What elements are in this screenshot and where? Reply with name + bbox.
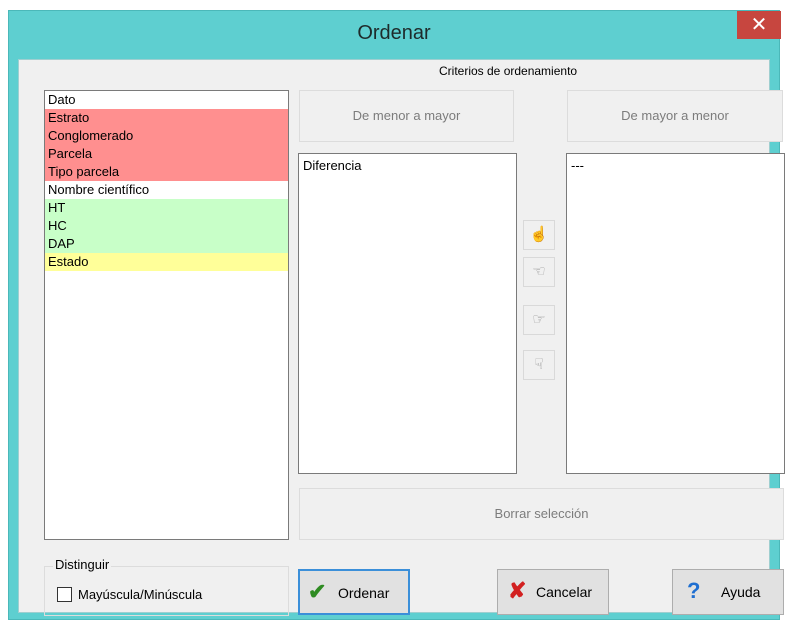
distinguish-group: Distinguir Mayúscula/Minúscula — [44, 557, 289, 616]
field-item[interactable]: HC — [45, 217, 288, 235]
descending-button[interactable]: De mayor a menor — [567, 90, 783, 142]
cancel-button-label: Cancelar — [536, 584, 593, 600]
field-item[interactable]: Tipo parcela — [45, 163, 288, 181]
field-item[interactable]: Conglomerado — [45, 127, 288, 145]
cross-icon: ✘ — [508, 578, 527, 603]
sort-button-label: Ordenar — [338, 585, 390, 601]
hand-right-icon: ☞ — [532, 311, 546, 328]
window-title: Ordenar — [357, 22, 431, 44]
move-down-button[interactable]: ☟ — [523, 350, 555, 380]
field-item[interactable]: Estado — [45, 253, 288, 271]
title-bar[interactable]: Ordenar ✕ — [9, 11, 781, 57]
clear-selection-button[interactable]: Borrar selección — [299, 488, 784, 540]
list-item[interactable]: Diferencia — [299, 154, 516, 177]
fields-listbox[interactable]: Dato Estrato Conglomerado Parcela Tipo parce… — [44, 90, 289, 540]
descending-listbox[interactable]: --- — [566, 153, 785, 474]
help-button[interactable]: ? Ayuda — [672, 569, 784, 615]
criteria-label: Criterios de ordenamiento — [439, 64, 578, 78]
field-item[interactable]: Dato — [45, 91, 288, 109]
field-item[interactable]: HT — [45, 199, 288, 217]
move-right-button[interactable]: ☞ — [523, 305, 555, 335]
cancel-button[interactable]: ✘ Cancelar — [497, 569, 609, 615]
sort-dialog: Ordenar ✕ Criterios de ordenamiento Dato… — [8, 10, 785, 620]
field-item[interactable]: Parcela — [45, 145, 288, 163]
field-item[interactable]: DAP — [45, 235, 288, 253]
distinguish-legend: Distinguir — [53, 557, 112, 572]
checkmark-icon: ✔ — [308, 579, 327, 604]
move-left-button[interactable]: ☜ — [523, 257, 555, 287]
ascending-listbox[interactable]: Diferencia — [298, 153, 517, 474]
case-sensitive-label[interactable]: Mayúscula/Minúscula — [78, 587, 202, 602]
close-button[interactable]: ✕ — [737, 11, 781, 39]
move-up-button[interactable]: ☝ — [523, 220, 555, 250]
field-item[interactable]: Nombre científico — [45, 181, 288, 199]
hand-left-icon: ☜ — [532, 263, 546, 280]
case-sensitive-checkbox-row[interactable]: Mayúscula/Minúscula — [57, 586, 202, 603]
sort-button[interactable]: ✔ Ordenar — [298, 569, 410, 615]
close-icon: ✕ — [750, 14, 768, 36]
help-button-label: Ayuda — [721, 584, 761, 600]
case-sensitive-checkbox[interactable] — [57, 587, 72, 603]
hand-up-icon: ☝ — [529, 226, 549, 243]
list-item[interactable]: --- — [567, 154, 784, 177]
hand-down-icon: ☟ — [534, 356, 544, 373]
dialog-body: Criterios de ordenamiento Dato Estrato Con… — [18, 59, 785, 616]
ascending-button[interactable]: De menor a mayor — [299, 90, 514, 142]
question-icon: ? — [687, 578, 701, 603]
field-item[interactable]: Estrato — [45, 109, 288, 127]
